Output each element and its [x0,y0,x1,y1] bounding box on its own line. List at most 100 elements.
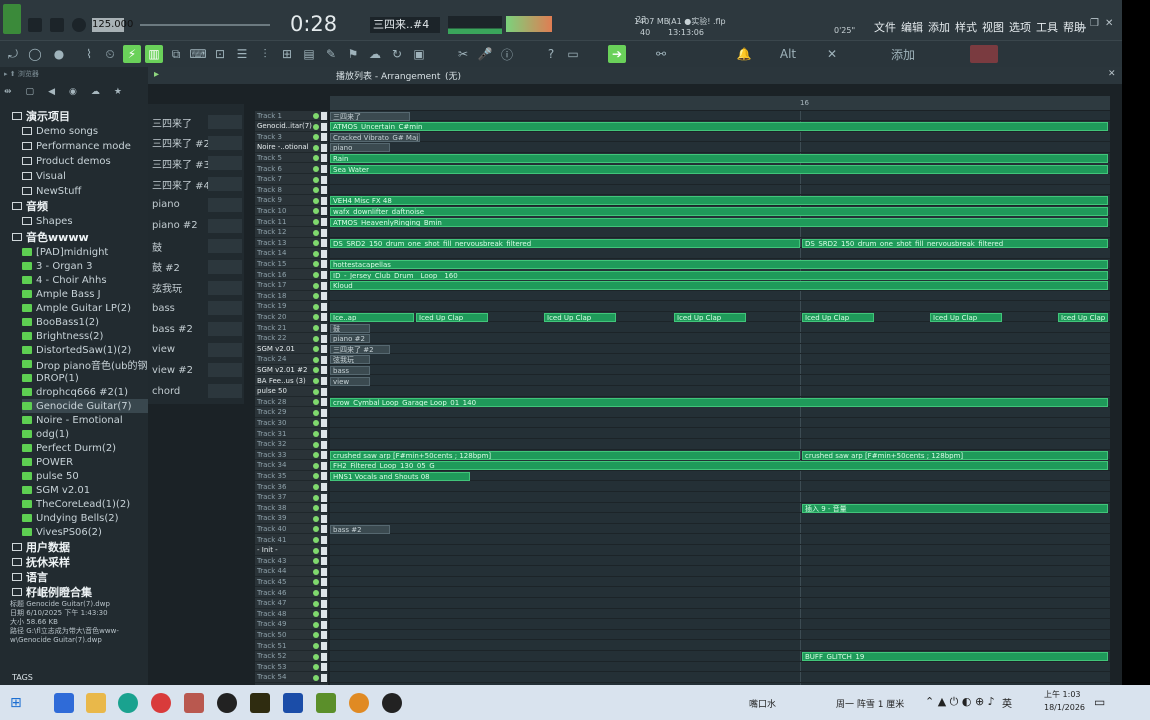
app-icon-7[interactable] [250,693,270,713]
save-icon[interactable]: ▣ [410,45,428,63]
weather-widget-1[interactable]: 嘴口水 [749,697,776,710]
track-lane[interactable] [330,546,1110,556]
track-select-box[interactable] [321,461,327,470]
recording-icon[interactable]: ⊡ [211,45,229,63]
track-select-box[interactable] [321,631,327,640]
channel-rack-icon[interactable]: ⊞ [278,45,296,63]
track-mute-led[interactable] [313,664,319,671]
track-header[interactable]: Noire -..otional [255,143,328,153]
track-mute-led[interactable] [313,229,319,236]
track-header[interactable]: Track 44 [255,567,328,577]
edge-icon[interactable] [118,693,138,713]
typing-keyboard-icon[interactable]: ⌨ [189,45,207,63]
timeline-ruler[interactable]: 16 [330,96,1110,110]
track-header[interactable]: Track 10 [255,206,328,217]
track-header[interactable]: - Init - [255,546,328,556]
browser-item[interactable]: POWER [22,455,73,469]
browser-item[interactable]: Product demos [22,154,111,168]
track-mute-led[interactable] [313,505,319,512]
browser-item[interactable]: Ample Guitar LP(2) [22,301,131,315]
channel-row[interactable]: 鼓 [148,236,244,256]
track-header[interactable]: Track 47 [255,599,328,609]
track-select-box[interactable] [321,514,327,523]
file-explorer-icon[interactable] [86,693,106,713]
track-header[interactable]: Track 37 [255,493,328,503]
track-select-box[interactable] [321,112,327,120]
channel-pattern-preview[interactable] [208,115,242,129]
browser-item[interactable]: pulse 50 [22,469,79,483]
track-header[interactable]: Track 19 [255,302,328,312]
browser-item[interactable]: BooBass1(2) [22,315,99,329]
browser-item[interactable]: VivesPS06(2) [22,525,102,539]
channel-row[interactable]: 三四来了 #2 [148,133,244,153]
channel-pattern-preview[interactable] [208,301,242,316]
track-header[interactable]: Track 48 [255,609,328,620]
track-mute-led[interactable] [313,293,319,300]
track-header[interactable]: Track 13 [255,238,328,249]
track-select-box[interactable] [321,536,327,544]
track-mute-led[interactable] [313,431,319,437]
channel-row[interactable]: piano [148,195,244,215]
track-select-box[interactable] [321,196,327,205]
track-lane[interactable] [330,418,1110,429]
channel-row[interactable]: 弦我玩 [148,278,244,298]
record-button[interactable] [72,18,86,32]
track-mute-led[interactable] [313,388,319,395]
track-lane[interactable] [330,185,1110,196]
track-select-box[interactable] [321,271,327,279]
browser-item[interactable]: Performance mode [22,139,131,153]
track-select-box[interactable] [321,249,327,258]
track-header[interactable]: Track 51 [255,641,328,651]
metronome-icon[interactable]: ⌇ [80,45,98,63]
snap-icon[interactable]: ⤾ [4,45,22,63]
track-mute-led[interactable] [313,378,319,384]
track-header[interactable]: Track 54 [255,673,328,683]
tab-plugin-icon[interactable]: ◉ [69,87,77,103]
track-header[interactable]: Track 24 [255,355,328,365]
weather-widget-2[interactable]: 周一 阵雪 1 厘米 [836,697,904,710]
track-header[interactable]: Track 5 [255,153,328,164]
track-mute-led[interactable] [313,166,319,172]
wait-icon[interactable]: ⏲ [101,45,119,63]
channel-row[interactable]: view #2 [148,360,244,380]
track-select-box[interactable] [321,366,327,375]
piano-roll-icon[interactable]: ▤ [300,45,318,63]
browser-item[interactable]: 音频 [12,199,48,213]
track-mute-led[interactable] [313,261,319,268]
channel-row[interactable]: bass [148,298,244,318]
playlist-clip[interactable]: FH2_Filtered_Loop_130_05_G [330,461,1108,471]
track-header[interactable]: Track 45 [255,577,328,588]
track-mute-led[interactable] [313,568,319,575]
channel-pattern-preview[interactable] [208,156,242,171]
track-select-box[interactable] [321,292,327,301]
app-icon-8[interactable] [283,693,303,713]
track-lane[interactable] [330,143,1110,153]
channel-pattern-preview[interactable] [208,239,242,254]
link-icon[interactable]: ⚯ [652,45,670,63]
track-header[interactable]: Track 6 [255,164,328,174]
track-header[interactable]: Track 15 [255,259,328,270]
playlist-clip[interactable]: 弦我玩 [330,355,370,365]
clock-date[interactable]: 18/1/2026 [1044,703,1085,712]
track-header[interactable]: Track 21 [255,323,328,333]
app-icon-6[interactable] [217,693,237,713]
playlist-clip[interactable]: 三四来了 [330,111,410,121]
alt-icon[interactable]: Alt [779,45,797,63]
track-select-box[interactable] [321,207,327,216]
track-select-box[interactable] [321,483,327,491]
track-mute-led[interactable] [313,113,319,119]
track-mute-led[interactable] [313,643,319,649]
channel-row[interactable]: 三四来了 #3 [148,153,244,173]
playlist-clip[interactable]: Cracked Vibrato_G# Maj [330,132,420,142]
browser-item[interactable]: 籽岷例瞪合集 [12,585,92,599]
channel-row[interactable]: 三四来了 #4 [148,174,244,194]
track-select-box[interactable] [321,472,327,481]
track-mute-led[interactable] [313,420,319,427]
track-select-box[interactable] [321,557,327,566]
track-select-box[interactable] [321,546,327,555]
track-header[interactable]: Track 1 [255,111,328,121]
track-header[interactable]: Track 49 [255,620,328,630]
track-mute-led[interactable] [313,356,319,363]
track-lane[interactable] [330,228,1110,238]
track-lane[interactable] [330,493,1110,503]
